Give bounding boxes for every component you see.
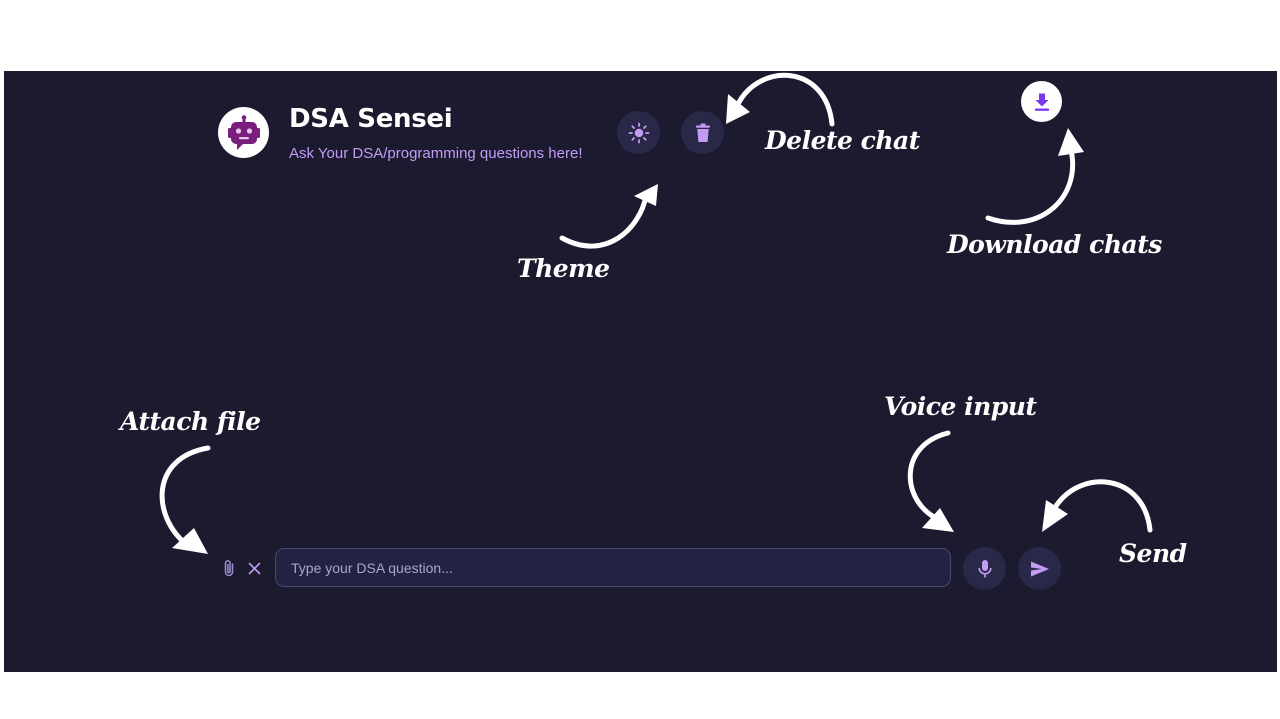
download-chats-annotation: Download chats <box>947 230 1162 259</box>
microphone-icon <box>977 559 992 577</box>
paperclip-icon <box>224 559 234 576</box>
close-icon <box>248 562 260 574</box>
voice-input-annotation: Voice input <box>884 392 1037 421</box>
attach-file-button[interactable] <box>220 558 238 578</box>
delete-chat-annotation: Delete chat <box>765 126 920 155</box>
question-input[interactable] <box>275 548 951 587</box>
attach-file-annotation: Attach file <box>120 407 261 436</box>
send-annotation: Send <box>1119 539 1187 568</box>
theme-annotation: Theme <box>517 254 610 283</box>
send-icon <box>1030 561 1049 576</box>
send-button[interactable] <box>1018 547 1061 590</box>
annotation-arrows <box>159 72 1153 554</box>
clear-attachment-button[interactable] <box>245 559 263 577</box>
voice-input-button[interactable] <box>963 547 1006 590</box>
